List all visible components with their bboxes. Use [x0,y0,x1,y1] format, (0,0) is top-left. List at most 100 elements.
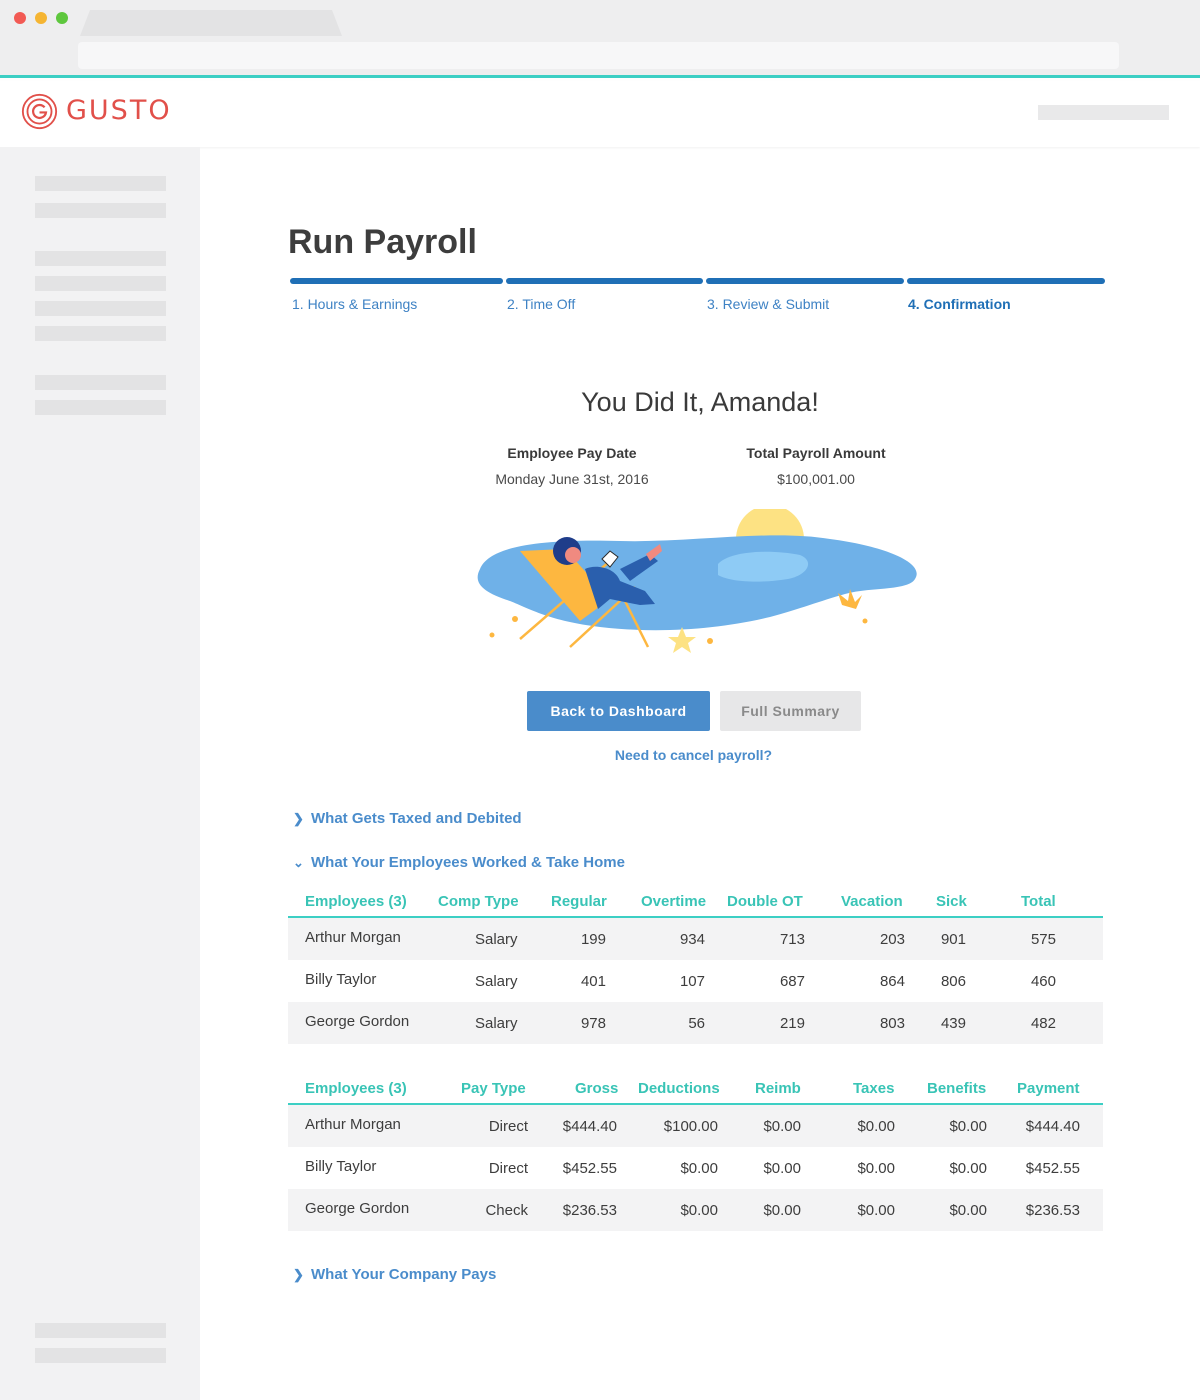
sidebar-item[interactable] [35,176,166,191]
employee-name: Billy Taylor [305,1158,377,1175]
employee-name: Billy Taylor [305,971,377,988]
column-header[interactable]: Reimb [755,1080,801,1097]
table-cell: 713 [779,931,805,948]
chevron-down-icon: ⌄ [293,854,304,870]
brand-name[interactable]: GUSTO [66,95,172,126]
table-cell: $0.00 [857,1118,895,1135]
confirmation-heading: You Did It, Amanda! [581,387,819,417]
table-cell: Direct [488,1160,528,1177]
sidebar-item[interactable] [35,251,166,266]
table-cell: $444.40 [562,1118,617,1135]
column-header[interactable]: Benefits [927,1080,986,1097]
close-window-icon[interactable] [14,12,26,24]
table-cell: Salary [475,1015,518,1032]
table-row[interactable]: Billy Taylor Salary 401 107 687 864 806 … [288,960,1103,1002]
browser-chrome [0,0,1200,78]
pay-date-label: Employee Pay Date [507,445,637,461]
table-cell: $444.40 [1025,1118,1080,1135]
gusto-logo-icon[interactable] [21,93,58,130]
pay-table: Employees (3) Pay Type Gross Deductions … [288,1075,1103,1231]
person-face-shape [565,547,581,563]
column-header[interactable]: Comp Type [438,893,519,910]
table-cell: $0.00 [680,1202,718,1219]
water-shape [477,535,917,631]
table-cell: 901 [940,931,966,948]
step-review-submit[interactable]: 3. Review & Submit [707,296,829,312]
table-cell: $0.00 [949,1160,987,1177]
table-row[interactable]: George Gordon Salary 978 56 219 803 439 … [288,1002,1103,1044]
column-header[interactable]: Total [1021,893,1056,910]
browser-tab[interactable] [80,10,342,36]
section-employees-worked-toggle[interactable]: ⌄ What Your Employees Worked & Take Home [293,854,625,871]
table-cell: 687 [779,973,805,990]
table-cell: 575 [1030,931,1056,948]
column-header[interactable]: Overtime [641,893,706,910]
table-row[interactable]: Arthur Morgan Salary 199 934 713 203 901… [288,918,1103,960]
section-taxed-debited-toggle[interactable]: ❯ What Gets Taxed and Debited [293,810,522,827]
table-cell: 107 [679,973,705,990]
table-cell: 460 [1030,973,1056,990]
table-row[interactable]: Arthur Morgan Direct $444.40 $100.00 $0.… [288,1105,1103,1147]
column-header[interactable]: Payment [1017,1080,1080,1097]
starfish-shape [668,627,696,653]
full-summary-button[interactable]: Full Summary [720,691,861,731]
step-time-off[interactable]: 2. Time Off [507,296,575,312]
column-header[interactable]: Employees (3) [305,893,407,910]
sidebar-item[interactable] [35,301,166,316]
table-cell: 439 [940,1015,966,1032]
table-cell: 199 [580,931,606,948]
column-header[interactable]: Taxes [853,1080,894,1097]
table-cell: Direct [488,1118,528,1135]
column-header[interactable]: Sick [936,893,967,910]
step-confirmation[interactable]: 4. Confirmation [908,296,1011,312]
table-cell: 806 [940,973,966,990]
column-header[interactable]: Vacation [841,893,903,910]
column-header[interactable]: Deductions [638,1080,720,1097]
table-cell: Check [485,1202,528,1219]
sidebar-item[interactable] [35,400,166,415]
cancel-payroll-link[interactable]: Need to cancel payroll? [200,747,1187,763]
table-cell: $452.55 [562,1160,617,1177]
step-progress-bar [290,278,503,284]
table-cell: $236.53 [1025,1202,1080,1219]
maximize-window-icon[interactable] [56,12,68,24]
column-header[interactable]: Regular [551,893,607,910]
sidebar-item[interactable] [35,1323,166,1338]
page-title: Run Payroll [288,223,477,261]
column-header[interactable]: Double OT [727,893,803,910]
sidebar-item[interactable] [35,326,166,341]
step-hours-earnings[interactable]: 1. Hours & Earnings [292,296,417,312]
minimize-window-icon[interactable] [35,12,47,24]
table-row[interactable]: Billy Taylor Direct $452.55 $0.00 $0.00 … [288,1147,1103,1189]
sand-dot-shape [489,632,495,638]
sidebar-item[interactable] [35,203,166,218]
sidebar-item[interactable] [35,1348,166,1363]
chevron-right-icon: ❯ [293,810,304,826]
address-bar[interactable] [78,42,1119,69]
column-header[interactable]: Pay Type [461,1080,526,1097]
hours-table: Employees (3) Comp Type Regular Overtime… [288,888,1103,1044]
back-to-dashboard-button[interactable]: Back to Dashboard [527,691,710,731]
step-progress-bar [907,278,1105,284]
employee-name: Arthur Morgan [305,929,401,946]
section-company-pays-toggle[interactable]: ❯ What Your Company Pays [293,1266,496,1283]
sand-dot-shape [862,618,868,624]
table-cell: $0.00 [857,1202,895,1219]
table-cell: 482 [1030,1015,1056,1032]
account-menu-placeholder[interactable] [1038,105,1169,120]
table-cell: 803 [879,1015,905,1032]
table-cell: $452.55 [1025,1160,1080,1177]
column-header[interactable]: Employees (3) [305,1080,407,1097]
pay-date-value: Monday June 31st, 2016 [495,471,649,487]
pay-table-header: Employees (3) Pay Type Gross Deductions … [288,1075,1103,1105]
hours-table-header: Employees (3) Comp Type Regular Overtime… [288,888,1103,918]
sidebar-item[interactable] [35,375,166,390]
sand-dot-shape [512,616,518,622]
section-taxed-label: What Gets Taxed and Debited [311,810,522,827]
section-worked-label: What Your Employees Worked & Take Home [311,854,625,871]
column-header[interactable]: Gross [575,1080,618,1097]
sidebar-item[interactable] [35,276,166,291]
table-row[interactable]: George Gordon Check $236.53 $0.00 $0.00 … [288,1189,1103,1231]
table-cell: 934 [679,931,705,948]
table-cell: 978 [580,1015,606,1032]
